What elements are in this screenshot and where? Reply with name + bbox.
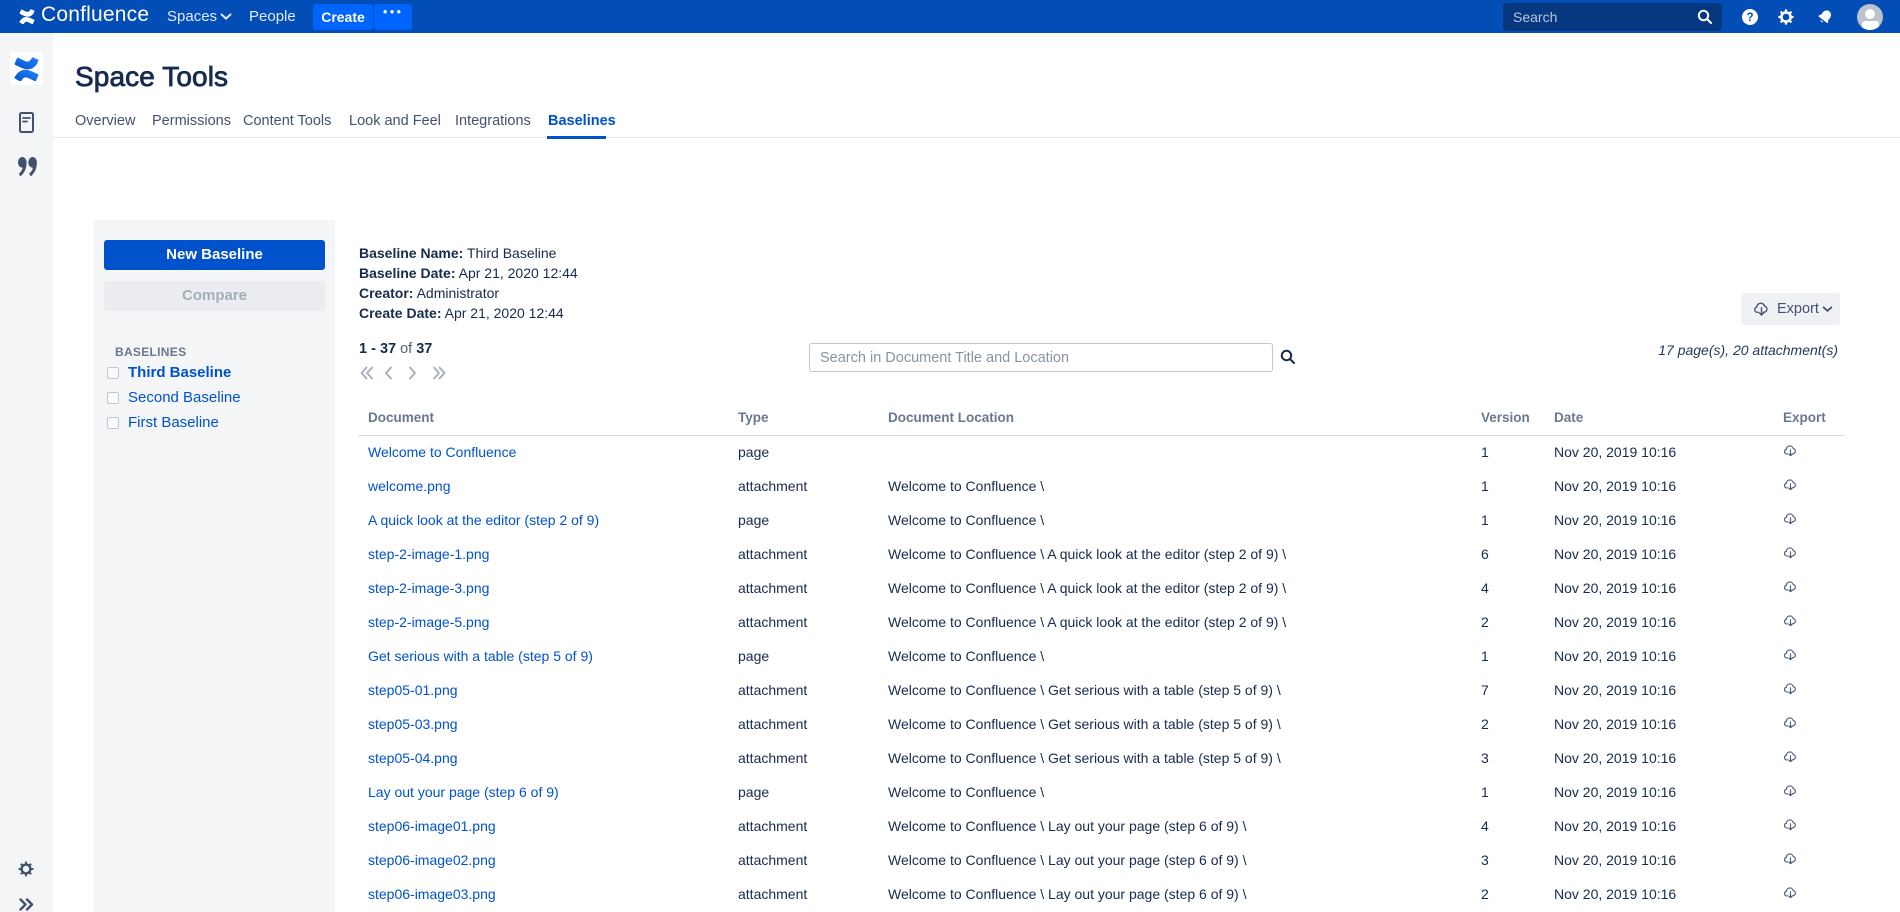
svg-text:?: ? bbox=[1746, 12, 1753, 24]
